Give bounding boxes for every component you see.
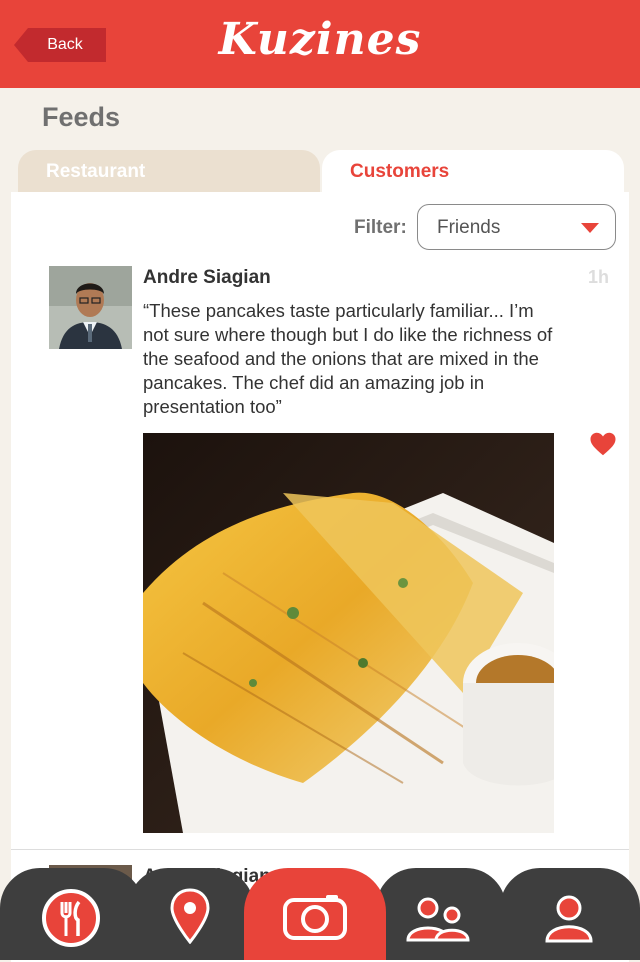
post-text: “These pancakes taste particularly famil… [143,300,553,417]
app-logo: Kuzines [218,14,422,65]
tab-restaurant[interactable]: Restaurant [18,150,320,194]
map-pin-icon [170,888,210,949]
filter-label: Filter: [354,217,407,238]
friends-icon [406,896,472,947]
nav-tab-profile[interactable] [500,868,640,960]
tab-customers[interactable]: Customers [322,150,624,194]
profile-icon [544,894,594,949]
nav-tab-map[interactable] [128,868,254,960]
nav-tab-restaurants[interactable] [0,868,144,960]
app-header: Back Kuzines [0,0,640,88]
fork-knife-icon [41,888,101,953]
post-divider [11,849,629,850]
post-author[interactable]: Andre Siagian [143,267,271,289]
nav-tab-camera[interactable] [244,868,386,960]
filter-dropdown[interactable]: Friends [417,204,616,250]
filter-selected-value: Friends [437,217,501,238]
chevron-down-icon [581,223,599,233]
post-timestamp: 1h [588,267,610,287]
heart-icon[interactable] [588,429,618,459]
camera-icon [282,892,348,947]
page-title: Feeds [42,102,121,132]
avatar[interactable] [49,266,132,349]
bottom-nav [0,868,640,960]
post-photo[interactable] [143,433,554,833]
nav-tab-friends[interactable] [376,868,506,960]
